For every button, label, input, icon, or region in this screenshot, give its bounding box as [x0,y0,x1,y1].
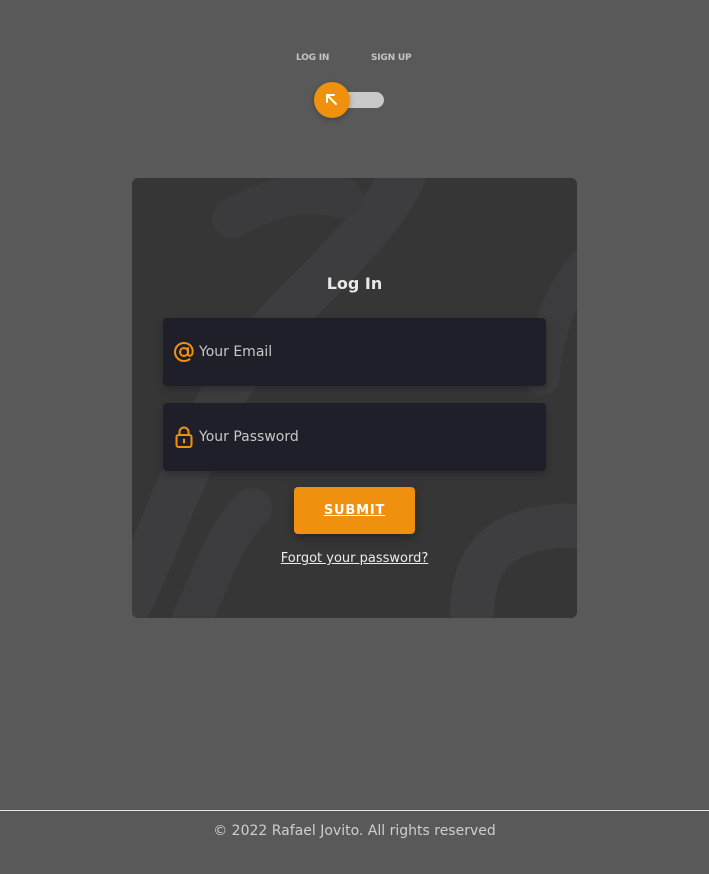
login-title: Log In [326,274,383,293]
login-toggle-label[interactable]: LOG IN [296,53,329,63]
email-input[interactable] [199,318,529,386]
password-input[interactable] [199,403,529,471]
footer-divider [0,810,709,811]
password-field[interactable] [163,403,546,471]
submit-button[interactable]: SUBMIT [294,487,415,534]
signup-toggle-label[interactable]: SIGN UP [371,53,412,63]
login-card: Log In SUBMIT Forgot your password? [132,178,577,618]
email-field[interactable] [163,318,546,386]
arrow-up-left-icon [326,94,337,105]
at-sign-icon [173,341,194,363]
toggle-labels: LOG IN SIGN UP [0,53,709,67]
footer-copyright: © 2022 Rafael Jovito. All rights reserve… [213,823,496,839]
page: LOG IN SIGN UP Log In Your Email SUBMIT … [0,0,709,874]
forgot-password-link[interactable]: Forgot your password? [132,551,577,566]
login-signup-switch-knob[interactable] [314,82,350,118]
lock-icon [175,426,193,448]
